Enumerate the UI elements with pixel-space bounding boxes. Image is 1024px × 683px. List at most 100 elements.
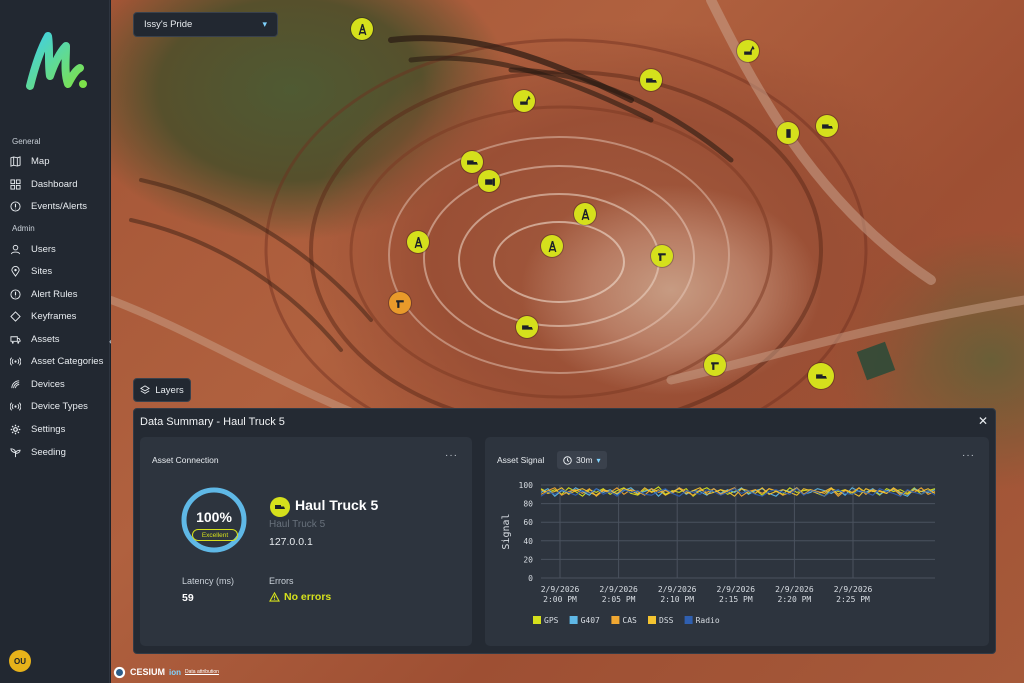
x-tick-label: 2/9/2026 <box>599 585 638 594</box>
device-icon <box>8 377 22 391</box>
app-logo <box>26 32 87 90</box>
sidebar-item-device-types[interactable]: Device Types <box>8 397 108 415</box>
x-tick-label: 2/9/2026 <box>834 585 873 594</box>
time-range-select[interactable]: 30m ▾ <box>557 451 607 469</box>
clock-icon <box>563 455 572 465</box>
sidebar-item-map[interactable]: Map <box>8 152 108 170</box>
sidebar-item-dashboard[interactable]: Dashboard <box>8 175 108 193</box>
x-tick-label: 2:00 PM <box>543 595 577 604</box>
sidebar: General Map Dashboard Events/Alerts Admi… <box>0 0 110 683</box>
more-options-icon[interactable]: ··· <box>445 450 458 461</box>
signal-icon <box>8 399 22 413</box>
close-icon[interactable]: ✕ <box>978 414 988 428</box>
dozer-icon <box>484 177 495 186</box>
drill-icon <box>657 252 666 261</box>
sidebar-item-label: Map <box>31 155 50 167</box>
quality-badge: Excellent <box>192 529 238 541</box>
x-tick-label: 2:15 PM <box>719 595 753 604</box>
x-tick-label: 2/9/2026 <box>775 585 814 594</box>
tower-icon <box>414 236 422 248</box>
x-tick-label: 2/9/2026 <box>658 585 697 594</box>
sidebar-item-seeding[interactable]: Seeding <box>8 443 108 461</box>
drill-marker[interactable] <box>651 245 673 267</box>
excavator-marker[interactable] <box>737 40 759 62</box>
tower-marker[interactable] <box>574 203 596 225</box>
sidebar-item-label: Alert Rules <box>31 288 78 300</box>
asset-connection-card: Asset Connection ··· 100% Excellent Haul… <box>140 437 472 646</box>
truck-marker[interactable] <box>816 115 838 137</box>
data-attribution-link[interactable]: Data attribution <box>185 669 219 675</box>
signal-chart: 020406080100Signal2/9/20262:00 PM2/9/202… <box>501 481 936 625</box>
drill-marker[interactable] <box>704 354 726 376</box>
tower-marker[interactable] <box>351 18 373 40</box>
y-tick-label: 100 <box>519 481 534 490</box>
site-select[interactable]: Issy's Pride ▾ <box>133 12 278 37</box>
tower-marker[interactable] <box>407 231 429 253</box>
truck-icon <box>8 332 22 346</box>
layers-icon <box>140 385 151 394</box>
sidebar-item-devices[interactable]: Devices <box>8 375 108 393</box>
legend-label: GPS <box>544 616 559 625</box>
sidebar-item-sites[interactable]: Sites <box>8 262 108 280</box>
excavator-marker[interactable] <box>513 90 535 112</box>
sidebar-item-settings[interactable]: Settings <box>8 420 108 438</box>
sidebar-item-label: Sites <box>31 265 53 277</box>
keyframe-icon <box>8 309 22 323</box>
layers-label: Layers <box>155 384 184 396</box>
sidebar-item-keyframes[interactable]: Keyframes <box>8 307 108 325</box>
chevron-down-icon: ▾ <box>596 455 601 465</box>
x-tick-label: 2:05 PM <box>602 595 636 604</box>
errors-label: Errors <box>269 576 294 586</box>
tower-icon <box>581 208 589 220</box>
sidebar-item-users[interactable]: Users <box>8 240 108 258</box>
errors-text: No errors <box>284 591 332 603</box>
y-tick-label: 20 <box>523 555 533 564</box>
legend-swatch-dss <box>648 616 656 624</box>
card-title: Asset Signal <box>497 455 545 465</box>
user-icon <box>8 242 22 256</box>
latency-label: Latency (ms) <box>182 576 235 586</box>
asset-subtitle: Haul Truck 5 <box>269 519 326 530</box>
site-select-value: Issy's Pride <box>144 19 193 30</box>
tower-marker[interactable] <box>541 235 563 257</box>
location-pin-icon <box>8 264 22 278</box>
signal-icon <box>8 354 22 368</box>
sidebar-item-alert-rules[interactable]: Alert Rules <box>8 285 108 303</box>
cesium-ion: ion <box>169 667 182 677</box>
legend-swatch-cas <box>611 616 620 624</box>
dozer-marker[interactable] <box>478 170 500 192</box>
legend-label: DSS <box>659 616 674 625</box>
more-options-icon[interactable]: ··· <box>962 450 975 461</box>
x-tick-label: 2/9/2026 <box>717 585 756 594</box>
truck-marker[interactable] <box>640 69 662 91</box>
x-tick-label: 2:20 PM <box>778 595 812 604</box>
legend-swatch-radio <box>684 616 693 624</box>
card-title: Asset Connection <box>152 455 219 465</box>
tower-icon <box>358 23 366 35</box>
truck-marker[interactable] <box>516 316 538 338</box>
chevron-down-icon: ▾ <box>262 19 267 29</box>
sidebar-item-label: Users <box>31 243 56 255</box>
nav-section-admin: Admin <box>12 224 35 233</box>
legend-label: Radio <box>696 616 720 625</box>
truck-icon <box>466 159 478 165</box>
nav-section-general: General <box>12 137 41 146</box>
data-summary-panel: Data Summary - Haul Truck 5 ✕ Asset Conn… <box>133 408 996 654</box>
selected-truck-marker[interactable] <box>808 363 834 389</box>
y-tick-label: 0 <box>528 574 533 583</box>
light-tower-icon <box>785 128 791 138</box>
sidebar-item-events-alerts[interactable]: Events/Alerts <box>8 197 108 215</box>
excavator-icon <box>519 95 531 105</box>
user-avatar[interactable]: OU <box>9 650 31 672</box>
drill-marker-warning[interactable] <box>389 292 411 314</box>
sidebar-item-label: Asset Categories <box>31 355 104 367</box>
x-tick-label: 2:25 PM <box>836 595 870 604</box>
asset-name: Haul Truck 5 <box>295 497 379 513</box>
truck-marker[interactable] <box>461 151 483 173</box>
errors-value: No errors <box>269 591 331 603</box>
layers-button[interactable]: Layers <box>133 378 191 402</box>
y-tick-label: 60 <box>523 518 533 527</box>
sidebar-item-asset-categories[interactable]: Asset Categories <box>8 352 108 370</box>
light-tower-marker[interactable] <box>777 122 799 144</box>
sidebar-item-assets[interactable]: Assets <box>8 330 108 348</box>
